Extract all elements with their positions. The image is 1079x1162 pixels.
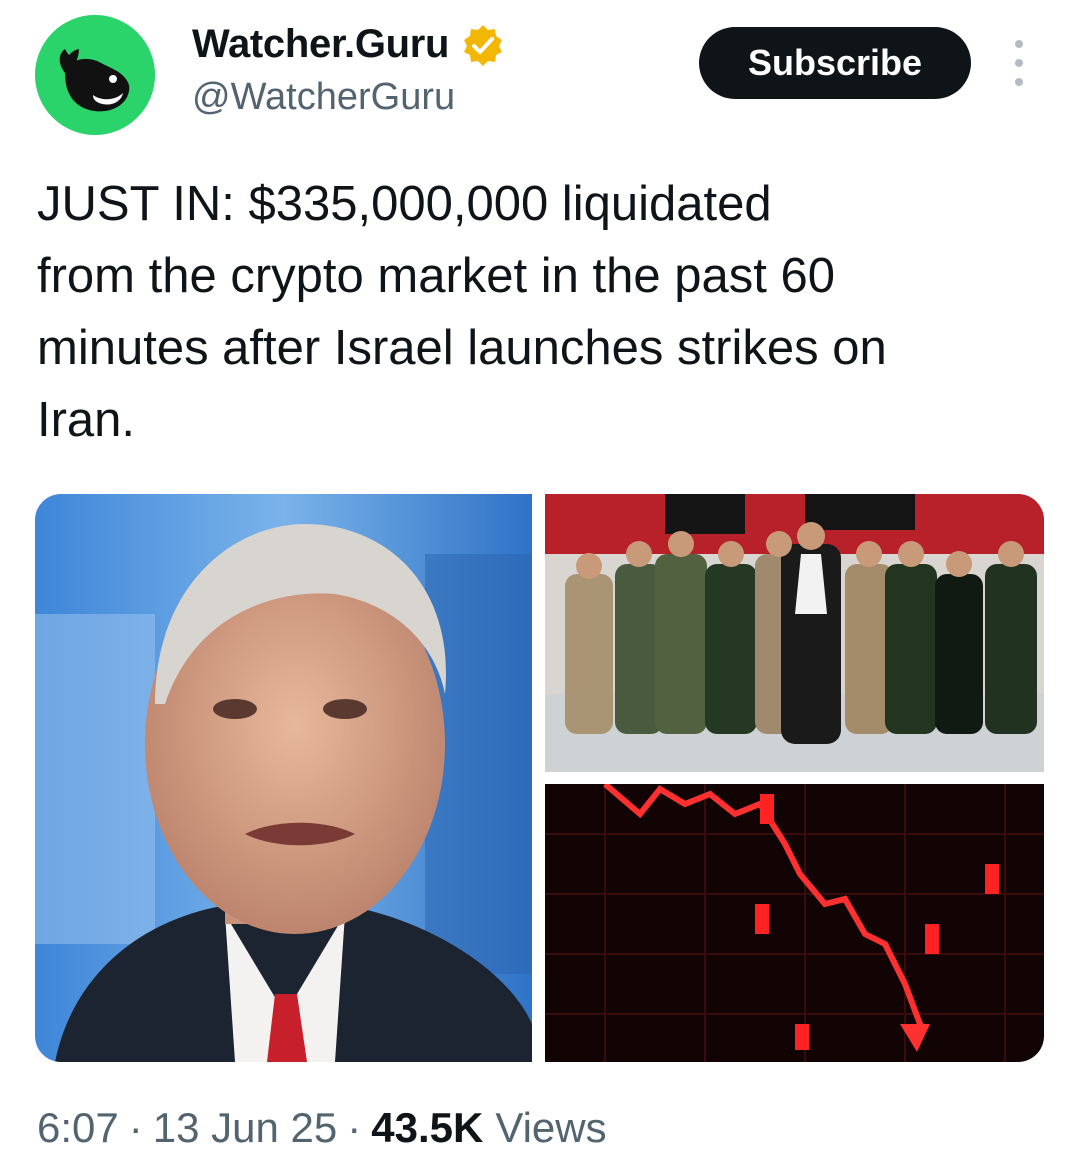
military-group-photo[interactable] — [545, 494, 1044, 772]
meta-separator: · — [347, 1104, 362, 1151]
tweet-date[interactable]: 13 Jun 25 — [153, 1104, 338, 1152]
author-name-row[interactable]: Watcher.Guru — [192, 22, 505, 67]
tweet-time[interactable]: 6:07 — [37, 1104, 119, 1152]
subscribe-button[interactable]: Subscribe — [699, 27, 971, 99]
portrait-photo[interactable] — [35, 494, 532, 1062]
verified-badge-icon[interactable] — [461, 23, 505, 67]
red-falling-chart-photo[interactable] — [545, 784, 1044, 1062]
whale-logo-icon — [35, 15, 155, 135]
tweet-text: JUST IN: $335,000,000 liquidated from th… — [37, 177, 887, 447]
views-count[interactable]: 43.5K — [371, 1104, 483, 1152]
author-display-name[interactable]: Watcher.Guru — [192, 22, 449, 67]
more-options-icon[interactable] — [1006, 40, 1032, 86]
meta-separator: · — [128, 1104, 143, 1151]
tweet-meta: 6:07 · 13 Jun 25 · 43.5K Views — [37, 1104, 607, 1152]
tweet: Watcher.Guru @WatcherGuru Subscribe JUST… — [0, 0, 1079, 1162]
author-handle[interactable]: @WatcherGuru — [192, 76, 455, 119]
more-dot — [1015, 40, 1023, 48]
media-grid — [35, 494, 1044, 1062]
more-dot — [1015, 78, 1023, 86]
more-dot — [1015, 59, 1023, 67]
views-label: Views — [495, 1104, 607, 1151]
author-avatar[interactable] — [35, 15, 155, 135]
